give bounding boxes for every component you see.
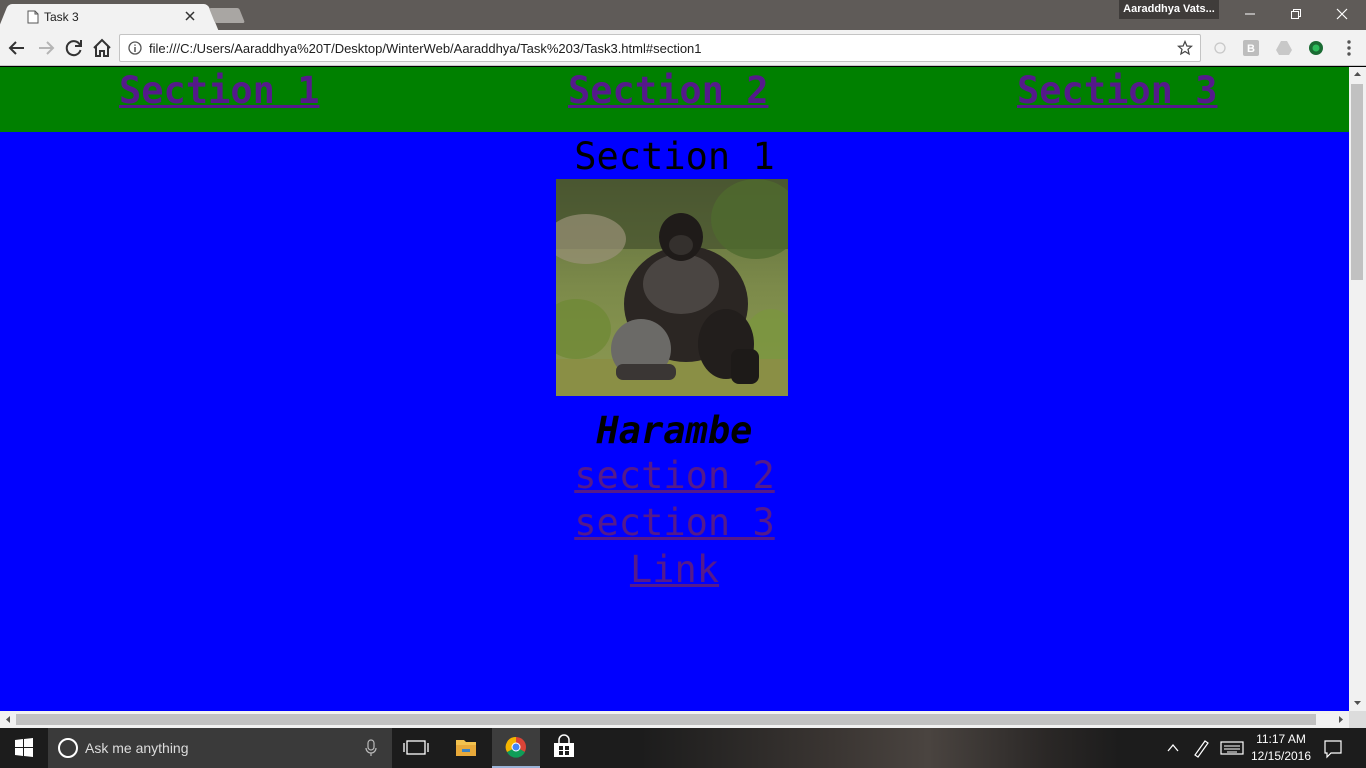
wallpaper-peek	[640, 728, 1120, 768]
tab-close-icon[interactable]	[182, 8, 198, 24]
scrollbar-corner	[1349, 711, 1366, 728]
image-caption: Harambe	[596, 409, 753, 452]
windows-start-icon[interactable]	[0, 728, 48, 768]
scroll-right-icon[interactable]	[1337, 715, 1345, 724]
minimize-button[interactable]	[1227, 0, 1273, 28]
search-placeholder: Ask me anything	[85, 740, 189, 756]
nav-link-section-3[interactable]: Section 3	[1017, 69, 1217, 112]
extension-b-icon[interactable]: B	[1243, 40, 1259, 56]
cortana-icon	[58, 738, 78, 758]
pen-workspace-icon[interactable]	[1190, 728, 1212, 768]
scroll-down-icon[interactable]	[1353, 699, 1362, 707]
new-tab-button[interactable]	[208, 8, 246, 23]
close-window-button[interactable]	[1319, 0, 1365, 28]
drive-icon[interactable]	[1275, 39, 1293, 57]
taskbar-chrome-button[interactable]	[492, 728, 540, 768]
horizontal-scroll-thumb[interactable]	[16, 714, 1316, 725]
link-section-2[interactable]: section 2	[574, 454, 774, 497]
nav-link-section-1[interactable]: Section 1	[119, 69, 319, 112]
bookmark-star-icon[interactable]	[1177, 40, 1193, 56]
microphone-icon[interactable]	[365, 739, 377, 757]
link-section-3[interactable]: section 3	[574, 501, 774, 544]
horizontal-scrollbar[interactable]	[0, 711, 1349, 728]
page-link-row-3: Link	[0, 548, 1349, 591]
minimize-icon	[1245, 13, 1255, 15]
page-viewport: Section 1 Section 2 Section 3 Section 1	[0, 67, 1349, 711]
back-icon[interactable]	[6, 37, 28, 59]
link-generic[interactable]: Link	[630, 548, 719, 591]
action-center-icon[interactable]	[1322, 728, 1344, 768]
show-hidden-icons-chevron-icon[interactable]	[1164, 728, 1182, 768]
home-icon[interactable]	[91, 37, 113, 59]
vertical-scrollbar[interactable]	[1349, 67, 1366, 711]
cortana-search-box[interactable]: Ask me anything	[48, 728, 392, 768]
scroll-up-icon[interactable]	[1353, 70, 1362, 78]
page-icon	[27, 10, 39, 24]
touch-keyboard-icon[interactable]	[1219, 728, 1245, 768]
restore-icon	[1291, 9, 1301, 19]
browser-tab[interactable]: Task 3	[10, 4, 206, 30]
gorilla-photo	[556, 179, 788, 396]
chrome-icon	[505, 736, 526, 758]
vertical-scroll-thumb[interactable]	[1351, 84, 1363, 280]
taskbar-clock[interactable]: 11:17 AM 12/15/2016	[1244, 731, 1318, 765]
section-title: Section 1	[574, 135, 775, 178]
extension-green-icon[interactable]	[1307, 39, 1325, 57]
extension-circle-icon[interactable]	[1211, 39, 1229, 57]
url-text[interactable]: file:///C:/Users/Aaraddhya%20T/Desktop/W…	[149, 41, 702, 56]
forward-icon[interactable]	[35, 37, 57, 59]
browser-title-bar: Task 3 Aaraddhya Vats...	[0, 0, 1366, 30]
close-icon	[1336, 8, 1348, 20]
page-link-row-1: section 2	[0, 454, 1349, 497]
profile-button[interactable]: Aaraddhya Vats...	[1119, 0, 1219, 19]
scroll-left-icon[interactable]	[4, 715, 12, 724]
windows-taskbar: Ask me anything 11:17 AM 12/15/2016	[0, 728, 1366, 768]
info-icon[interactable]	[128, 41, 142, 55]
tab-title: Task 3	[44, 10, 79, 24]
task-view-icon[interactable]	[392, 728, 440, 768]
chrome-menu-icon[interactable]	[1342, 38, 1356, 58]
clock-date: 12/15/2016	[1250, 749, 1312, 763]
browser-toolbar: file:///C:/Users/Aaraddhya%20T/Desktop/W…	[0, 30, 1366, 66]
restore-button[interactable]	[1273, 0, 1319, 28]
nav-link-section-2[interactable]: Section 2	[568, 69, 768, 112]
page-link-row-2: section 3	[0, 501, 1349, 544]
address-bar[interactable]: file:///C:/Users/Aaraddhya%20T/Desktop/W…	[119, 34, 1201, 62]
store-icon[interactable]	[540, 728, 588, 768]
file-explorer-icon[interactable]	[442, 728, 490, 768]
clock-time: 11:17 AM	[1256, 732, 1306, 746]
reload-icon[interactable]	[63, 37, 85, 59]
top-nav: Section 1 Section 2 Section 3	[0, 67, 1349, 132]
